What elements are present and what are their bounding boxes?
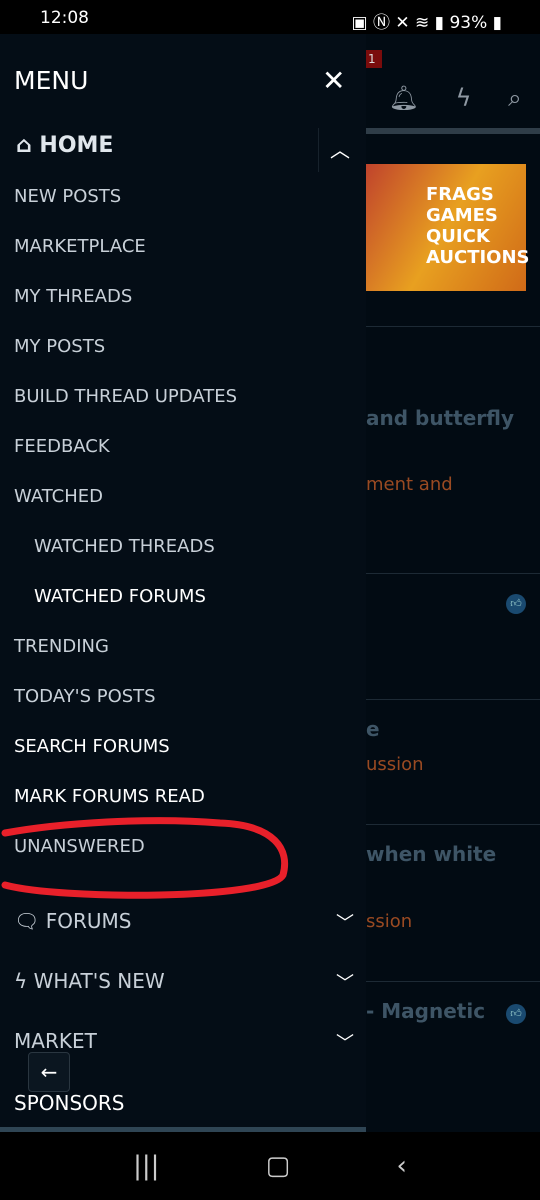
menu-item-marketplace[interactable]: MARKETPLACE — [14, 236, 146, 257]
menu-item-build-thread-updates[interactable]: BUILD THREAD UPDATES — [14, 386, 237, 407]
back-arrow-button[interactable]: ← — [28, 1052, 70, 1092]
status-bar: 12:08 ▣ Ⓝ ✕ ≋ ▮ 93% ▮ — [0, 0, 540, 34]
thread-title[interactable]: e — [366, 717, 380, 741]
menu-item-watched[interactable]: WATCHED — [14, 486, 103, 507]
thread-forum[interactable]: ssion — [366, 911, 412, 932]
menu-item-sponsors[interactable]: SPONSORS — [14, 1091, 125, 1115]
like-icon: 👍︎ — [506, 594, 526, 614]
menu-item-unanswered[interactable]: UNANSWERED — [14, 836, 145, 857]
menu-section-market[interactable]: MARKET ﹀ — [14, 1029, 354, 1055]
menu-item-feedback[interactable]: FEEDBACK — [14, 436, 110, 457]
menu-section-whats-new[interactable]: ϟ WHAT'S NEW ﹀ — [14, 969, 354, 995]
banner-image[interactable]: FRAGS GAMES QUICK AUCTIONS — [366, 164, 530, 291]
chevron-up-icon[interactable]: ︿ — [330, 134, 350, 163]
lightning-icon: ϟ — [14, 969, 28, 993]
section-label: MARKET — [14, 1029, 97, 1053]
thread-title[interactable]: when white — [366, 842, 496, 866]
chevron-down-icon[interactable]: ﹀ — [336, 909, 354, 935]
menu-title: MENU — [14, 66, 89, 95]
bell-icon[interactable]: 🔔︎ — [388, 84, 418, 112]
menu-item-my-threads[interactable]: MY THREADS — [14, 286, 132, 307]
battery-level: 93% — [449, 13, 488, 33]
recent-apps-icon[interactable]: ||| — [133, 1151, 159, 1181]
home-label: HOME — [39, 133, 114, 158]
thread-title[interactable]: and butterfly — [366, 406, 514, 430]
close-icon[interactable]: ✕ — [322, 64, 345, 97]
side-menu: MENU ✕ ⌂ HOME ︿ NEW POSTS MARKETPLACE MY… — [0, 34, 366, 1132]
chevron-down-icon[interactable]: ﹀ — [336, 1029, 354, 1055]
lightning-icon[interactable]: ϟ — [456, 84, 472, 112]
chevron-down-icon[interactable]: ﹀ — [336, 969, 354, 995]
home-button-icon[interactable]: ▢ — [266, 1151, 291, 1181]
menu-item-mark-forums-read[interactable]: MARK FORUMS READ — [14, 786, 205, 807]
chat-icon: 🗨︎ — [14, 909, 40, 933]
menu-item-new-posts[interactable]: NEW POSTS — [14, 186, 121, 207]
divider — [366, 128, 540, 134]
clock: 12:08 — [40, 8, 89, 28]
menu-item-todays-posts[interactable]: TODAY'S POSTS — [14, 686, 156, 707]
section-label: WHAT'S NEW — [33, 969, 165, 993]
android-nav-bar: ||| ▢ ‹ — [0, 1132, 540, 1200]
menu-item-search-forums[interactable]: SEARCH FORUMS — [14, 736, 170, 757]
menu-item-watched-threads[interactable]: WATCHED THREADS — [34, 536, 215, 557]
status-icons: ▣ Ⓝ ✕ ≋ ▮ 93% ▮ — [351, 13, 503, 33]
home-icon: ⌂ — [16, 133, 32, 158]
menu-item-watched-forums[interactable]: WATCHED FORUMS — [34, 586, 206, 607]
thread-forum[interactable]: ussion — [366, 754, 424, 775]
menu-home[interactable]: ⌂ HOME ︿ — [0, 128, 366, 172]
like-icon: 👍︎ — [506, 1004, 526, 1024]
thread-title[interactable]: - Magnetic — [366, 999, 485, 1023]
menu-item-my-posts[interactable]: MY POSTS — [14, 336, 105, 357]
menu-section-forums[interactable]: 🗨︎ FORUMS ﹀ — [14, 909, 354, 935]
back-icon[interactable]: ‹ — [396, 1151, 406, 1181]
thread-forum[interactable]: ment and — [366, 474, 453, 495]
section-label: FORUMS — [45, 909, 132, 933]
search-icon[interactable]: ⌕ — [508, 84, 521, 112]
menu-item-trending[interactable]: TRENDING — [14, 636, 109, 657]
